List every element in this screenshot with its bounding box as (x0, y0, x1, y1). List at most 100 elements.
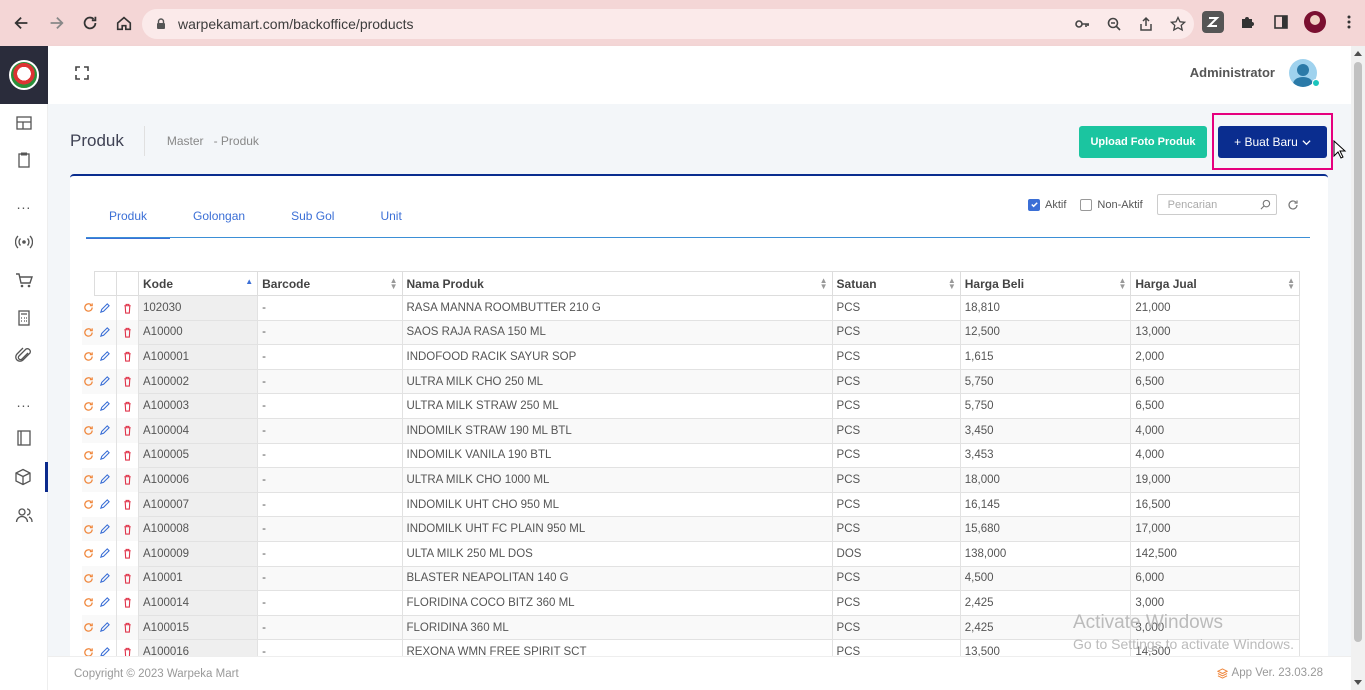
delete-icon[interactable] (116, 467, 140, 493)
table-row[interactable]: 102030- RASA MANNA ROOMBUTTER 210 G PCS 18,… (82, 295, 1300, 321)
delete-icon[interactable] (116, 541, 140, 567)
table-row[interactable]: A100005- INDOMILK VANILA 190 BTL PCS 3,453 4… (82, 442, 1300, 469)
refresh-row-icon[interactable] (82, 566, 95, 591)
table-row[interactable]: A100003- ULTRA MILK STRAW 250 ML PCS 5,750 6… (82, 393, 1300, 419)
book-icon[interactable] (0, 423, 48, 453)
calculator-icon[interactable] (0, 303, 48, 333)
edit-icon[interactable] (94, 393, 117, 419)
delete-icon[interactable] (116, 639, 140, 656)
home-icon[interactable] (108, 7, 140, 39)
app-logo[interactable] (0, 46, 48, 104)
zoom-icon[interactable] (1106, 16, 1122, 32)
edit-icon[interactable] (94, 320, 117, 345)
edit-icon[interactable] (94, 295, 117, 321)
column-header-kode[interactable]: Kode ▲ (138, 271, 259, 296)
refresh-row-icon[interactable] (82, 320, 95, 345)
delete-icon[interactable] (116, 590, 140, 616)
inactive-checkbox[interactable] (1080, 198, 1093, 211)
forward-icon[interactable] (40, 7, 72, 39)
column-header-nama-produk[interactable]: Nama Produk ▲ ▼ (401, 271, 833, 296)
reload-icon[interactable] (74, 7, 106, 39)
delete-icon[interactable] (116, 492, 140, 517)
dashboard-icon[interactable] (0, 108, 48, 138)
delete-icon[interactable] (116, 516, 140, 542)
cart-icon[interactable] (0, 265, 48, 295)
browser-menu-icon[interactable] (1338, 11, 1360, 33)
edit-icon[interactable] (94, 418, 117, 444)
search-icon[interactable] (1260, 199, 1271, 210)
table-row[interactable]: A10001- BLASTER NEAPOLITAN 140 G PCS 4,500 6… (82, 565, 1300, 592)
user-name[interactable]: Administrator (1190, 65, 1275, 80)
table-row[interactable]: A10000- SAOS RAJA RASA 150 ML PCS 12,500 13,… (82, 319, 1300, 346)
share-icon[interactable] (1138, 16, 1154, 32)
edit-icon[interactable] (94, 492, 117, 517)
refresh-row-icon[interactable] (82, 443, 94, 468)
column-header-barcode[interactable]: Barcode ▲ ▼ (257, 271, 403, 296)
page-scrollbar[interactable] (1351, 46, 1365, 690)
fullscreen-icon[interactable] (74, 65, 90, 81)
key-icon[interactable] (1074, 16, 1090, 32)
edit-icon[interactable] (94, 639, 117, 656)
table-row[interactable]: A100008- INDOMILK UHT FC PLAIN 950 ML PCS 1… (82, 516, 1300, 542)
edit-icon[interactable] (94, 541, 117, 567)
tab-produk[interactable]: Produk (86, 200, 171, 239)
box-icon[interactable] (0, 462, 48, 492)
extension-z-icon[interactable] (1202, 11, 1224, 33)
breadcrumb-master[interactable]: Master (167, 134, 204, 148)
search-input[interactable]: Pencarian (1156, 194, 1277, 215)
table-row[interactable]: A100004- INDOMILK STRAW 190 ML BTL PCS 3,45… (82, 417, 1300, 444)
refresh-row-icon[interactable] (82, 467, 95, 493)
table-row[interactable]: A100001- INDOFOOD RACIK SAYUR SOP PCS 1,615… (82, 344, 1300, 370)
refresh-row-icon[interactable] (82, 591, 94, 616)
delete-icon[interactable] (116, 320, 140, 345)
edit-icon[interactable] (94, 467, 117, 493)
delete-icon[interactable] (116, 295, 140, 321)
sidepanel-icon[interactable] (1270, 11, 1292, 33)
refresh-row-icon[interactable] (82, 640, 94, 656)
delete-icon[interactable] (116, 615, 140, 640)
table-row[interactable]: A100002- ULTRA MILK CHO 250 ML PCS 5,750 6,5… (82, 368, 1300, 395)
refresh-row-icon[interactable] (82, 296, 94, 321)
create-new-button[interactable]: + Buat Baru (1218, 126, 1327, 158)
star-icon[interactable] (1170, 16, 1186, 32)
refresh-row-icon[interactable] (82, 615, 95, 640)
paperclip-icon[interactable] (0, 341, 48, 371)
back-icon[interactable] (6, 7, 38, 39)
upload-photo-button[interactable]: Upload Foto Produk (1079, 126, 1207, 158)
edit-icon[interactable] (94, 590, 117, 616)
edit-icon[interactable] (94, 443, 117, 468)
column-header-harga-beli[interactable]: Harga Beli ▲ ▼ (959, 271, 1132, 296)
clipboard-icon[interactable] (0, 145, 48, 175)
puzzle-icon[interactable] (1236, 11, 1258, 33)
edit-icon[interactable] (94, 516, 117, 542)
refresh-row-icon[interactable] (82, 369, 95, 394)
edit-icon[interactable] (94, 615, 117, 640)
edit-icon[interactable] (94, 344, 117, 370)
delete-icon[interactable] (116, 344, 140, 370)
refresh-row-icon[interactable] (82, 516, 95, 542)
delete-icon[interactable] (116, 393, 140, 419)
active-checkbox[interactable] (1028, 198, 1040, 211)
table-row[interactable]: A100009- ULTA MILK 250 ML DOS DOS 138,000 14… (82, 540, 1300, 567)
refresh-icon[interactable] (1287, 199, 1299, 211)
table-row[interactable]: A100006- ULTRA MILK CHO 1000 ML PCS 18,000 1… (82, 467, 1300, 493)
edit-icon[interactable] (94, 566, 117, 591)
edit-icon[interactable] (94, 369, 117, 394)
tab-golongan[interactable]: Golongan (170, 200, 268, 239)
column-header-harga-jual[interactable]: Harga Jual ▲ ▼ (1130, 271, 1300, 296)
table-row[interactable]: A100007- INDOMILK UHT CHO 950 ML PCS 16,145… (82, 491, 1300, 518)
broadcast-icon[interactable] (0, 227, 48, 257)
users-icon[interactable] (0, 500, 48, 530)
refresh-row-icon[interactable] (82, 345, 94, 370)
browser-profile-avatar[interactable] (1304, 11, 1326, 33)
refresh-row-icon[interactable] (82, 418, 95, 444)
tab-unit[interactable]: Unit (357, 200, 424, 239)
tab-sub-gol[interactable]: Sub Gol (268, 200, 357, 239)
refresh-row-icon[interactable] (82, 394, 94, 419)
refresh-row-icon[interactable] (82, 492, 94, 517)
column-header-satuan[interactable]: Satuan ▲ ▼ (831, 271, 961, 296)
delete-icon[interactable] (116, 566, 140, 591)
refresh-row-icon[interactable] (82, 541, 94, 566)
delete-icon[interactable] (116, 369, 140, 394)
delete-icon[interactable] (116, 443, 140, 468)
